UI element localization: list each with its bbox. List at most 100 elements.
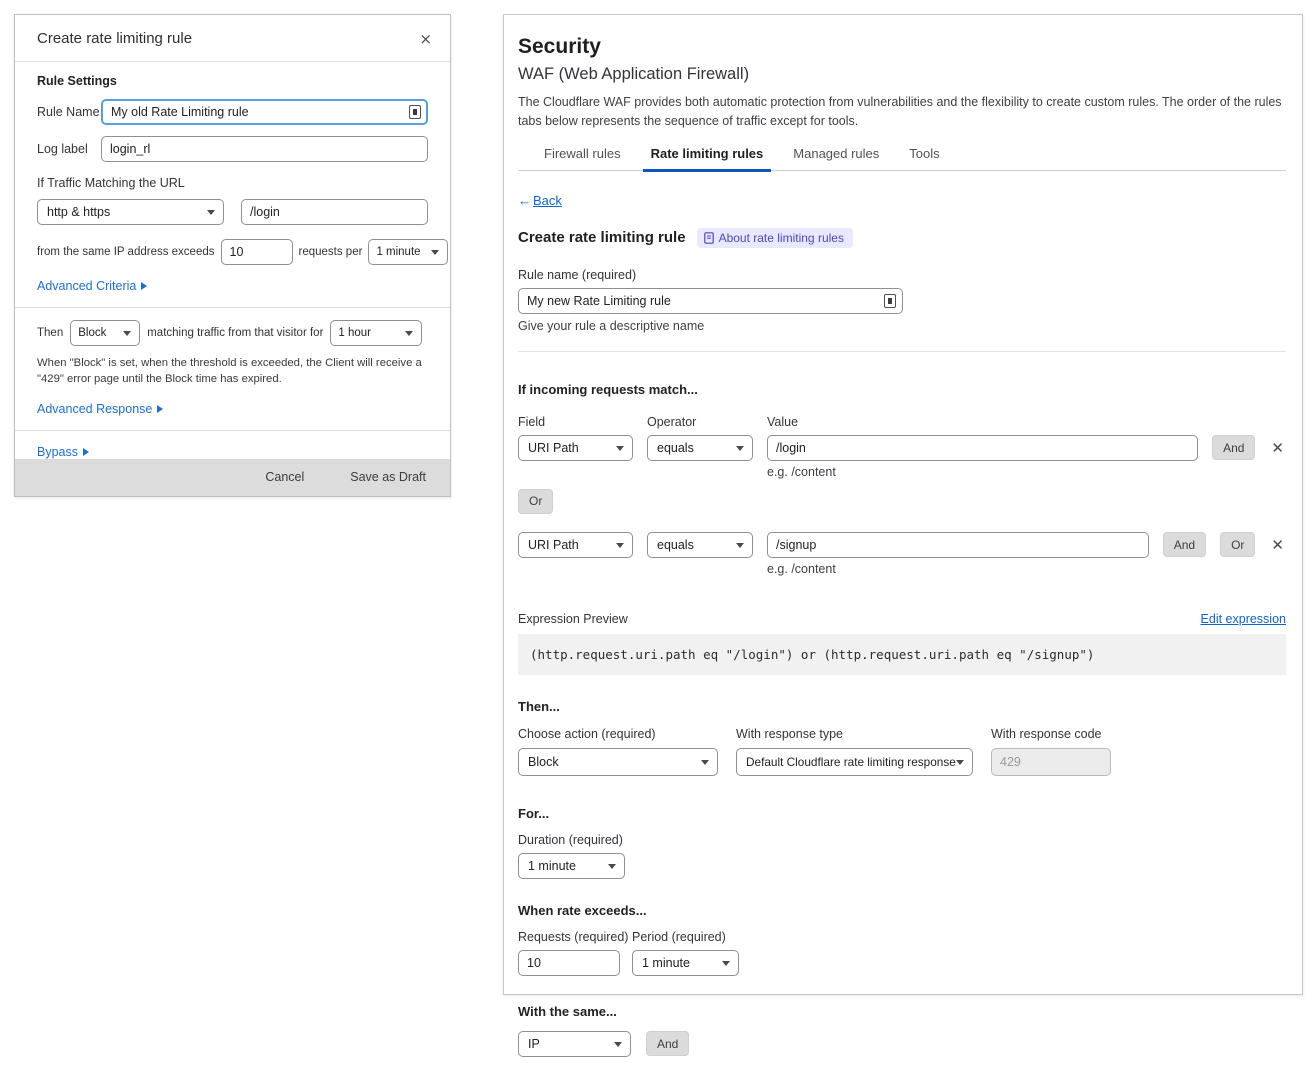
period-select[interactable]: 1 minute — [632, 950, 739, 976]
then-section-heading: Then... — [518, 699, 1286, 714]
duration-select[interactable]: 1 minute — [518, 853, 625, 879]
field-select[interactable]: URI Path — [518, 435, 633, 461]
response-code-input[interactable] — [991, 748, 1111, 776]
value-column-label: Value — [767, 415, 798, 429]
remove-rule-icon[interactable]: ✕ — [1269, 536, 1286, 554]
operator-column-label: Operator — [647, 415, 753, 429]
and-button[interactable]: And — [646, 1031, 689, 1056]
value-hint: e.g. /content — [767, 562, 1286, 576]
caret-down-icon — [123, 331, 131, 336]
field-select[interactable]: URI Path — [518, 532, 633, 558]
caret-down-icon — [614, 1042, 622, 1047]
caret-down-icon — [956, 760, 964, 765]
caret-down-icon — [736, 543, 744, 548]
caret-down-icon — [616, 446, 624, 451]
security-waf-panel: Security WAF (Web Application Firewall) … — [503, 14, 1303, 995]
rules-tabs: Firewall rules Rate limiting rules Manag… — [518, 146, 1286, 171]
expression-code: (http.request.uri.path eq "/login") or (… — [518, 634, 1286, 675]
caret-down-icon — [701, 760, 709, 765]
url-input[interactable] — [241, 199, 428, 225]
response-type-select[interactable]: Default Cloudflare rate limiting respons… — [736, 748, 973, 776]
response-type-label: With response type — [736, 727, 973, 741]
doc-icon — [704, 232, 714, 244]
modal-footer: Cancel Save as Draft — [15, 459, 450, 496]
period-label: Period (required) — [632, 930, 726, 944]
tab-firewall-rules[interactable]: Firewall rules — [544, 146, 621, 170]
page-title: Security — [518, 35, 1286, 59]
save-as-draft-button[interactable]: Save as Draft — [350, 470, 426, 484]
tab-managed-rules[interactable]: Managed rules — [793, 146, 879, 170]
page-subtitle: WAF (Web Application Firewall) — [518, 65, 1286, 84]
threshold-input[interactable] — [221, 239, 293, 265]
duration-select[interactable]: 1 hour — [330, 320, 422, 346]
operator-select[interactable]: equals — [647, 435, 753, 461]
caret-down-icon — [722, 961, 730, 966]
rule-name-label: Rule name (required) — [518, 268, 1286, 282]
arrow-left-icon: ← — [518, 193, 531, 208]
divider — [518, 351, 1286, 352]
value-hint: e.g. /content — [767, 465, 1286, 479]
rule-settings-heading: Rule Settings — [37, 74, 428, 88]
caret-down-icon — [616, 543, 624, 548]
action-select[interactable]: Block — [518, 748, 718, 776]
rule-name-helper: Give your rule a descriptive name — [518, 319, 1286, 333]
rule-name-input[interactable] — [101, 99, 428, 125]
requests-label: Requests (required) — [518, 930, 620, 944]
remove-rule-icon[interactable]: ✕ — [1269, 439, 1286, 457]
advanced-response-link[interactable]: Advanced Response — [37, 402, 163, 416]
then-middle: matching traffic from that visitor for — [147, 327, 323, 339]
for-section-heading: For... — [518, 806, 1286, 821]
expression-preview-label: Expression Preview — [518, 612, 628, 626]
page-description: The Cloudflare WAF provides both automat… — [518, 93, 1283, 131]
then-label: Then — [37, 327, 63, 339]
triangle-right-icon — [141, 282, 147, 290]
match-rule-row: URI Path equals And Or ✕ — [518, 532, 1286, 558]
threshold-prefix: from the same IP address exceeds — [37, 246, 215, 258]
same-section-heading: With the same... — [518, 1004, 1286, 1019]
triangle-right-icon — [83, 448, 89, 456]
characteristic-select[interactable]: IP — [518, 1031, 631, 1057]
duration-label: Duration (required) — [518, 833, 1286, 847]
divider — [15, 430, 450, 431]
and-button[interactable]: And — [1163, 532, 1206, 557]
modal-title: Create rate limiting rule — [37, 30, 192, 47]
requests-input[interactable] — [518, 950, 620, 976]
block-note: When "Block" is set, when the threshold … — [37, 355, 428, 388]
response-code-label: With response code — [991, 727, 1111, 741]
triangle-right-icon — [157, 405, 163, 413]
traffic-match-label: If Traffic Matching the URL — [37, 176, 428, 190]
close-icon[interactable]: × — [417, 30, 434, 48]
period-select[interactable]: 1 minute — [368, 239, 448, 265]
cancel-button[interactable]: Cancel — [265, 470, 304, 484]
rule-name-input[interactable] — [518, 288, 903, 314]
divider — [15, 307, 450, 308]
log-label-label: Log label — [37, 142, 101, 156]
rate-section-heading: When rate exceeds... — [518, 903, 1286, 918]
and-button[interactable]: And — [1212, 435, 1255, 460]
value-input[interactable] — [767, 435, 1198, 461]
or-button[interactable]: Or — [1220, 532, 1255, 557]
back-link[interactable]: ← Back — [518, 193, 562, 208]
match-rule-row: URI Path equals And ✕ — [518, 435, 1286, 461]
tab-tools[interactable]: Tools — [909, 146, 939, 170]
rule-name-label: Rule Name — [37, 105, 101, 119]
create-rule-heading: Create rate limiting rule — [518, 229, 686, 246]
action-select[interactable]: Block — [70, 320, 140, 346]
operator-select[interactable]: equals — [647, 532, 753, 558]
caret-down-icon — [608, 864, 616, 869]
legacy-rate-limit-modal: Create rate limiting rule × Rule Setting… — [14, 14, 451, 497]
caret-down-icon — [431, 250, 439, 255]
edit-expression-link[interactable]: Edit expression — [1201, 612, 1286, 626]
tab-rate-limiting-rules[interactable]: Rate limiting rules — [651, 146, 764, 170]
caret-down-icon — [207, 210, 215, 215]
about-rate-limiting-badge[interactable]: About rate limiting rules — [697, 228, 853, 248]
advanced-criteria-link[interactable]: Advanced Criteria — [37, 279, 147, 293]
value-input[interactable] — [767, 532, 1149, 558]
scheme-select[interactable]: http & https — [37, 199, 224, 225]
threshold-middle: requests per — [299, 246, 363, 258]
or-button[interactable]: Or — [518, 489, 553, 514]
bypass-link[interactable]: Bypass — [37, 445, 89, 459]
caret-down-icon — [405, 331, 413, 336]
choose-action-label: Choose action (required) — [518, 727, 718, 741]
log-label-input[interactable] — [101, 136, 428, 162]
